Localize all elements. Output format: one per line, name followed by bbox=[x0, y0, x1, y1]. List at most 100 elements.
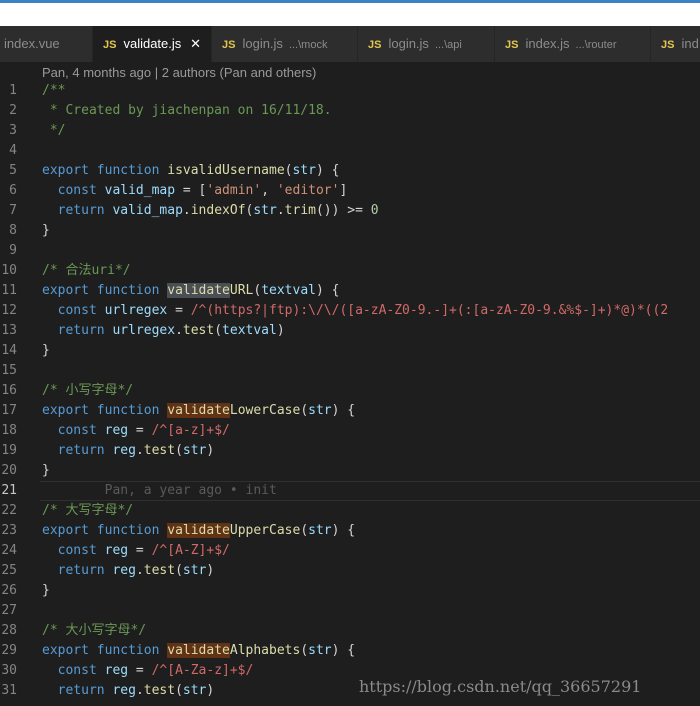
code-line[interactable]: 14} bbox=[0, 341, 700, 361]
code-line[interactable]: 18 const reg = /^[a-z]+$/ bbox=[0, 421, 700, 441]
code-line[interactable]: 16 /* 小写字母*/ bbox=[0, 381, 700, 401]
codelens-blame[interactable]: Pan, 4 months ago | 2 authors (Pan and o… bbox=[42, 64, 316, 82]
code-token: ( bbox=[300, 523, 309, 538]
code-token: validate bbox=[167, 283, 230, 298]
code-token: const bbox=[57, 663, 97, 678]
tab-5[interactable]: JS index.js ...\router bbox=[495, 26, 651, 62]
code-token: ) bbox=[206, 563, 215, 578]
code-token: reg bbox=[112, 443, 136, 458]
close-icon[interactable]: ✕ bbox=[190, 26, 201, 62]
code-token: valid_map bbox=[112, 203, 183, 218]
code-text: /* 大小写字母*/ bbox=[42, 621, 146, 641]
code-token: /* 小写字母*/ bbox=[42, 383, 134, 398]
code-token: const bbox=[57, 543, 97, 558]
code-token: test bbox=[143, 443, 176, 458]
code-line[interactable]: 12 const urlregex = /^(https?|ftp):\/\/(… bbox=[0, 301, 700, 321]
code-line[interactable]: 24 const reg = /^[A-Z]+$/ bbox=[0, 541, 700, 561]
code-token: } bbox=[42, 223, 50, 238]
code-text: /** bbox=[42, 81, 65, 101]
code-token: indexOf bbox=[190, 203, 246, 218]
code-text: const urlregex = /^(https?|ftp):\/\/([a-… bbox=[42, 301, 669, 321]
code-line[interactable]: 28 /* 大小写字母*/ bbox=[0, 621, 700, 641]
code-line[interactable]: 5 export function isvalidUsername(str) { bbox=[0, 161, 700, 181]
code-token: export bbox=[42, 403, 89, 418]
code-token: return bbox=[57, 683, 105, 698]
code-token: valid_map bbox=[104, 183, 176, 198]
code-token: reg bbox=[104, 423, 129, 438]
code-text: const valid_map = ['admin', 'editor'] bbox=[42, 181, 348, 201]
line-number: 10 bbox=[1, 263, 17, 278]
tab-6[interactable]: JS ind bbox=[651, 26, 700, 62]
code-token: trim bbox=[284, 203, 316, 218]
line-number: 22 bbox=[1, 503, 17, 518]
code-line[interactable]: 10 /* 合法uri*/ bbox=[0, 261, 700, 281]
code-text: return reg.test(str) bbox=[42, 681, 215, 701]
code-token: reg bbox=[104, 543, 129, 558]
tab-4[interactable]: JS login.js ...\api bbox=[358, 26, 495, 62]
code-token: ) { bbox=[331, 523, 356, 538]
tab-2[interactable]: JS validate.js ✕ bbox=[93, 26, 212, 62]
line-number: 7 bbox=[9, 203, 17, 218]
line-number: 15 bbox=[1, 363, 17, 378]
code-line[interactable]: 2 * Created by jiachenpan on 16/11/18. bbox=[0, 101, 700, 121]
code-token: export bbox=[42, 163, 89, 178]
code-line[interactable]: 19 return reg.test(str) bbox=[0, 441, 700, 461]
code-token: ( bbox=[253, 283, 262, 298]
code-text: * Created by jiachenpan on 16/11/18. bbox=[42, 101, 332, 121]
code-token: str bbox=[292, 163, 316, 178]
code-text: /* 小写字母*/ bbox=[42, 381, 133, 401]
code-line[interactable]: 11 export function validateURL(textval) { bbox=[0, 281, 700, 301]
code-token: } bbox=[42, 343, 50, 358]
code-text: const reg = /^[A-Z]+$/ bbox=[42, 541, 230, 561]
code-line[interactable]: 8} bbox=[0, 221, 700, 241]
code-line[interactable]: 9 bbox=[0, 241, 700, 261]
code-token: isvalidUsername bbox=[167, 163, 285, 178]
editor-tab-bar: index.vue JS validate.js ✕ JS login.js ...\moc… bbox=[0, 26, 700, 62]
line-number: 31 bbox=[1, 683, 17, 698]
code-line[interactable]: 3 */ bbox=[0, 121, 700, 141]
code-token: 'admin' bbox=[206, 183, 262, 198]
code-line[interactable]: 26} bbox=[0, 581, 700, 601]
code-token: return bbox=[57, 323, 105, 338]
code-line[interactable]: 23 export function validateUpperCase(str)… bbox=[0, 521, 700, 541]
tab-1[interactable]: index.vue bbox=[0, 26, 93, 62]
code-token: Alphabets bbox=[229, 643, 301, 658]
code-token: validate bbox=[167, 643, 230, 658]
code-token: /* 大小写字母*/ bbox=[42, 623, 147, 638]
code-text: return reg.test(str) bbox=[42, 441, 215, 461]
code-editor[interactable]: 1 /** 2 * Created by jiachenpan on 16/11/1… bbox=[0, 81, 700, 701]
code-line[interactable]: 25 return reg.test(str) bbox=[0, 561, 700, 581]
code-token: URL bbox=[229, 283, 254, 298]
code-line[interactable]: 6 const valid_map = ['admin', 'editor'] bbox=[0, 181, 700, 201]
code-text: const reg = /^[a-z]+$/ bbox=[42, 421, 230, 441]
code-token: ) bbox=[276, 323, 285, 338]
tab-3[interactable]: JS login.js ...\mock bbox=[212, 26, 358, 62]
code-line[interactable]: 20} bbox=[0, 461, 700, 481]
js-file-icon: JS bbox=[103, 39, 117, 51]
tab-label: login.js bbox=[242, 36, 283, 51]
code-token: LowerCase bbox=[229, 403, 301, 418]
code-line[interactable]: 13 return urlregex.test(textval) bbox=[0, 321, 700, 341]
line-number: 5 bbox=[9, 163, 17, 178]
code-line[interactable]: 17 export function validateLowerCase(str)… bbox=[0, 401, 700, 421]
code-token: /^[A-Z]+$/ bbox=[151, 543, 230, 558]
code-token: validate bbox=[167, 403, 230, 418]
js-file-icon: JS bbox=[222, 39, 236, 51]
code-line[interactable]: 27 bbox=[0, 601, 700, 621]
code-token: function bbox=[96, 283, 160, 298]
code-line[interactable]: 22 /* 大写字母*/ bbox=[0, 501, 700, 521]
code-token: 0 bbox=[370, 203, 379, 218]
code-line[interactable]: 29 export function validateAlphabets(str)… bbox=[0, 641, 700, 661]
code-line[interactable]: 15 bbox=[0, 361, 700, 381]
code-line[interactable]: 1 /** bbox=[0, 81, 700, 101]
code-line-current[interactable]: 21 Pan, a year ago • init bbox=[0, 481, 700, 501]
code-line[interactable]: 7 return valid_map.indexOf(str.trim()) >… bbox=[0, 201, 700, 221]
code-token: . bbox=[135, 443, 144, 458]
code-line[interactable]: 4 bbox=[0, 141, 700, 161]
js-file-icon: JS bbox=[661, 39, 675, 51]
